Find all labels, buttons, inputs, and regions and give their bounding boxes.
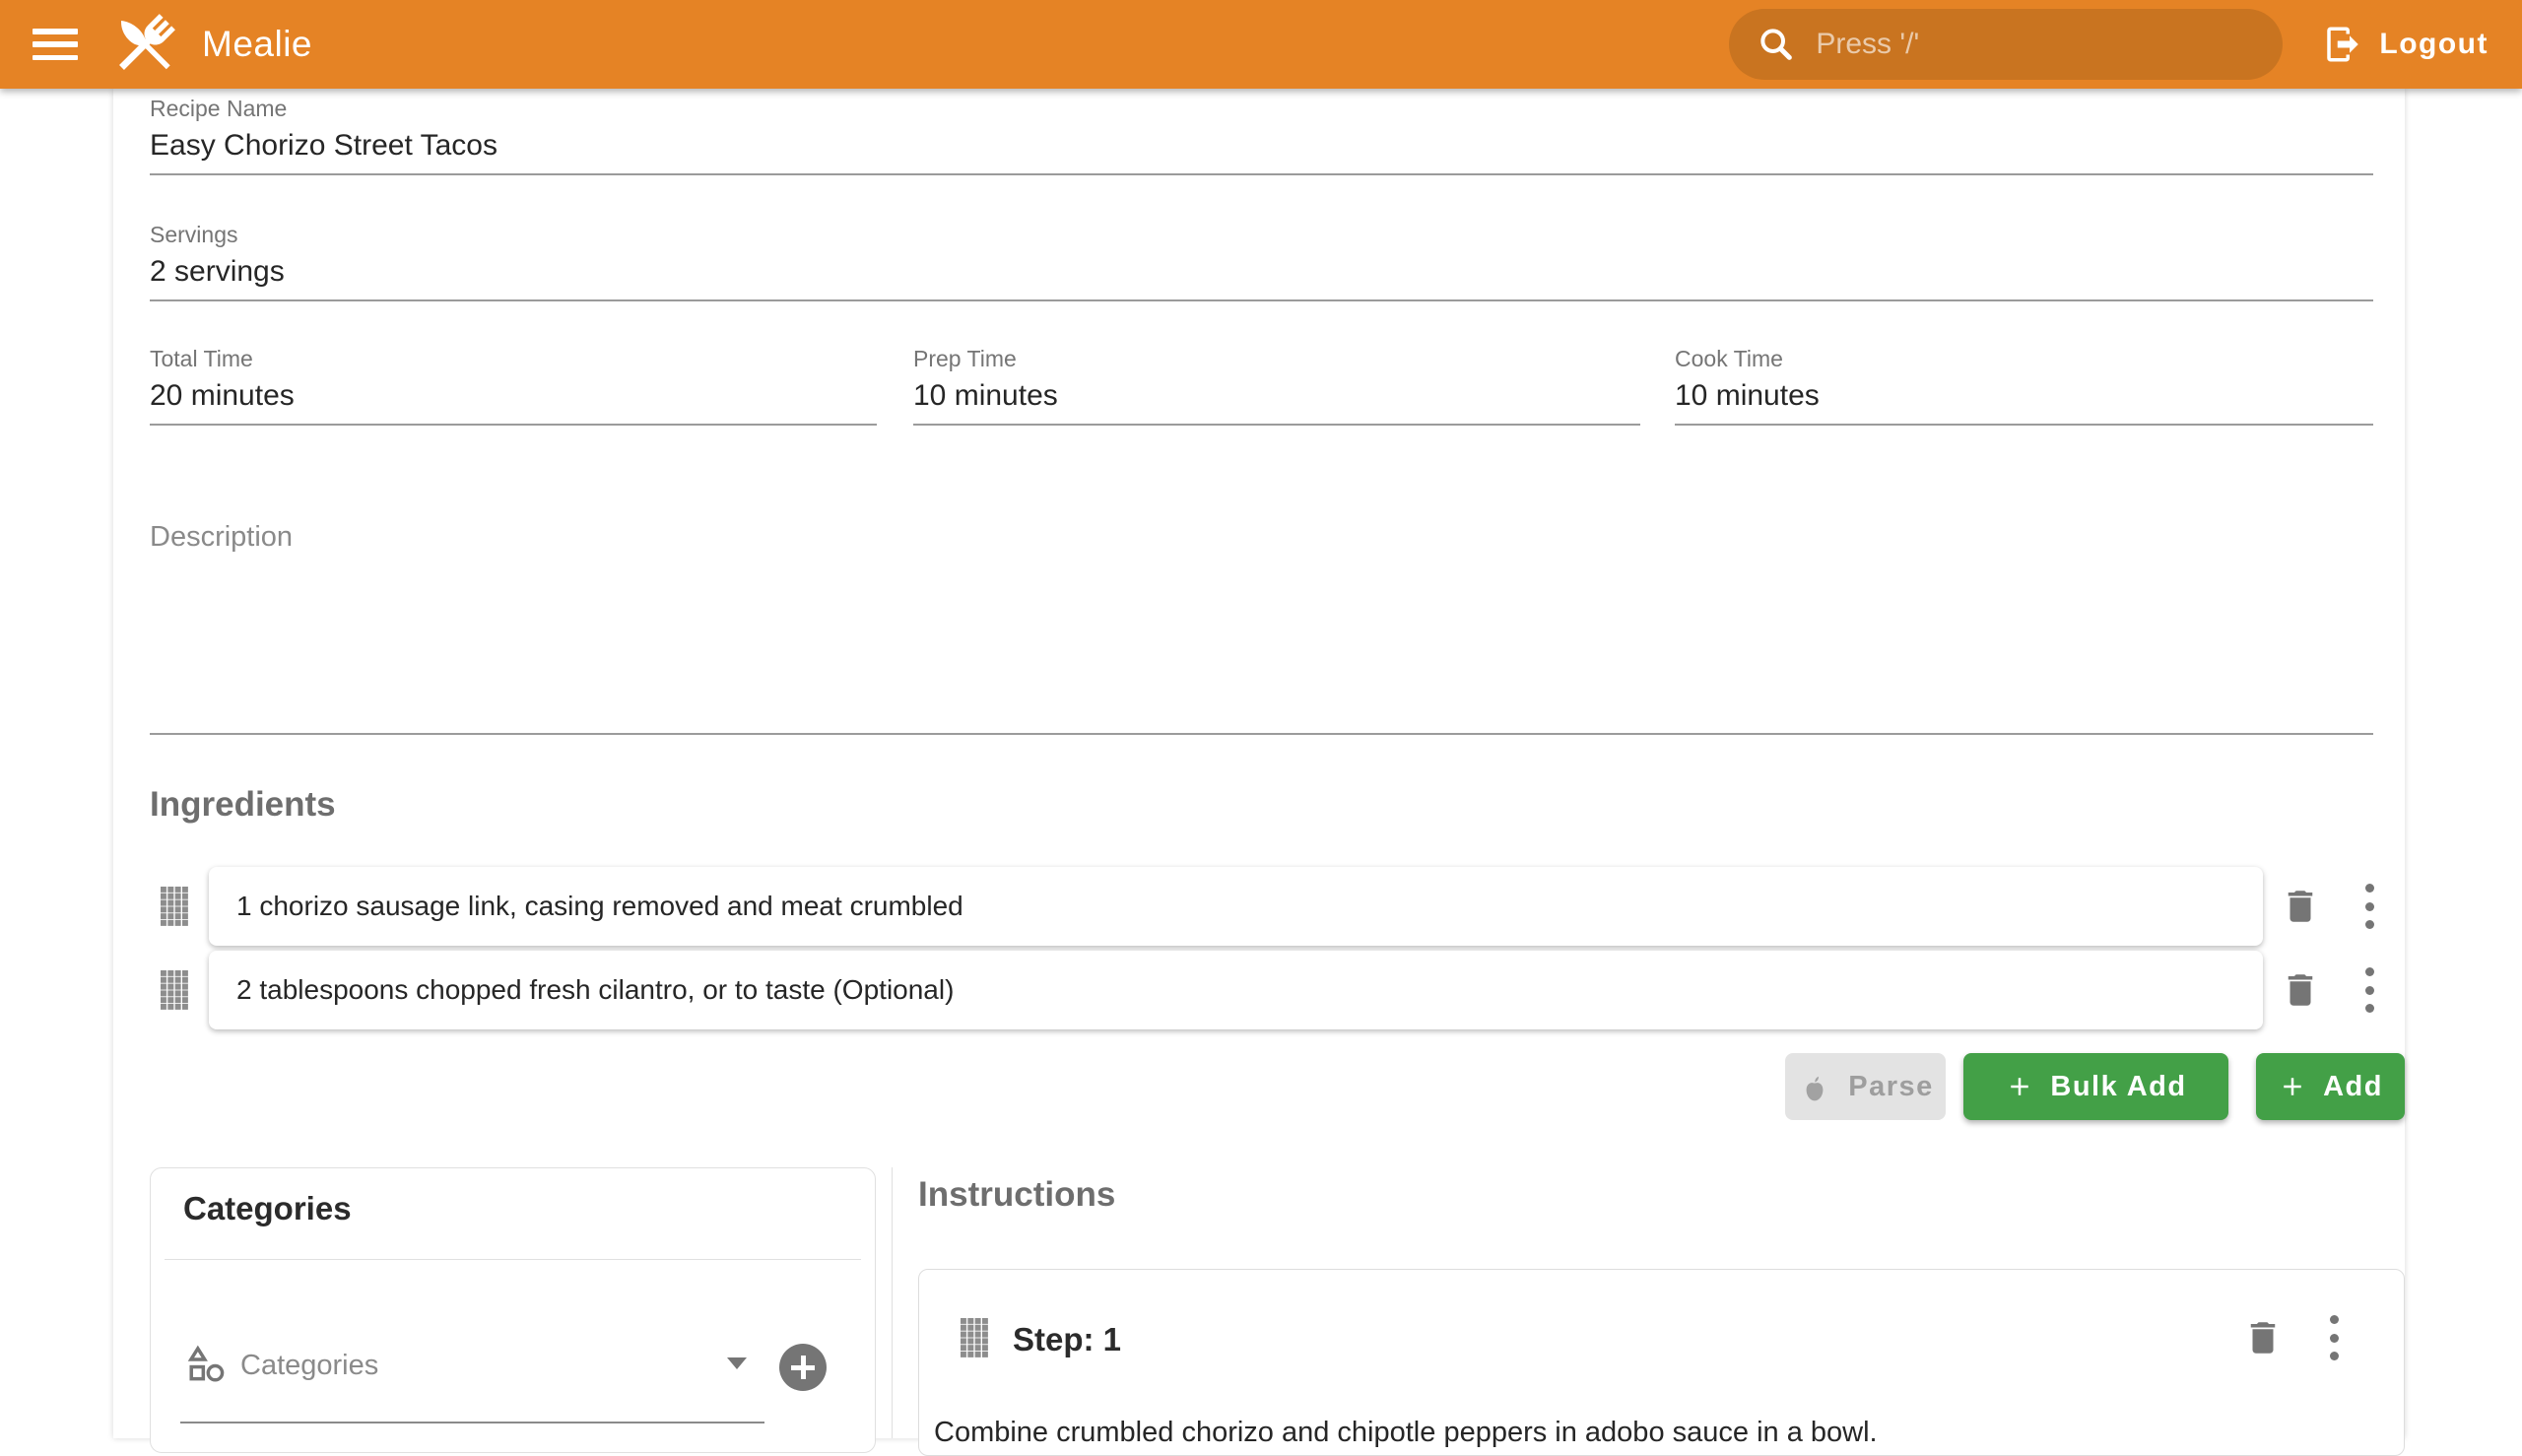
delete-ingredient-button[interactable]: [2280, 969, 2321, 1011]
total-time-underline: [150, 424, 877, 426]
categories-divider: [165, 1259, 861, 1260]
add-category-button[interactable]: [779, 1344, 827, 1391]
search-icon: [1757, 25, 1796, 64]
menu-icon[interactable]: [33, 29, 78, 60]
servings-input[interactable]: 2 servings: [150, 255, 285, 289]
description-underline: [150, 733, 2373, 735]
total-time-label: Total Time: [150, 346, 253, 372]
logout-icon: [2322, 24, 2363, 65]
add-label: Add: [2323, 1071, 2383, 1103]
cook-time-input[interactable]: 10 minutes: [1675, 379, 1820, 413]
parse-label: Parse: [1848, 1071, 1934, 1103]
column-divider: [892, 1167, 893, 1438]
cook-time-underline: [1675, 424, 2373, 426]
description-label: Description: [150, 521, 293, 554]
drag-handle-icon[interactable]: [161, 970, 188, 1010]
step-title: Step: 1: [1013, 1321, 1121, 1358]
step-menu-icon[interactable]: [2329, 1315, 2339, 1360]
recipe-name-underline: [150, 173, 2373, 175]
instructions-heading: Instructions: [918, 1175, 1115, 1215]
bulk-add-label: Bulk Add: [2050, 1071, 2186, 1103]
plus-icon: [2278, 1072, 2307, 1101]
ingredient-menu-icon[interactable]: [2364, 884, 2374, 929]
plus-icon: [2005, 1072, 2034, 1101]
ingredient-input[interactable]: 1 chorizo sausage link, casing removed a…: [209, 867, 2263, 946]
delete-step-button[interactable]: [2242, 1317, 2284, 1358]
bulk-add-button[interactable]: Bulk Add: [1963, 1053, 2228, 1120]
trash-icon: [2242, 1317, 2284, 1358]
prep-time-input[interactable]: 10 minutes: [913, 379, 1058, 413]
drag-handle-icon[interactable]: [961, 1318, 988, 1357]
app-bar: Mealie Press '/' Logout: [0, 0, 2522, 89]
trash-icon: [2280, 886, 2321, 927]
parse-button[interactable]: Parse: [1785, 1053, 1946, 1120]
ingredient-input[interactable]: 2 tablespoons chopped fresh cilantro, or…: [209, 951, 2263, 1029]
cook-time-label: Cook Time: [1675, 346, 1783, 372]
ingredient-menu-icon[interactable]: [2364, 967, 2374, 1013]
total-time-input[interactable]: 20 minutes: [150, 379, 295, 413]
recipe-name-label: Recipe Name: [150, 96, 287, 122]
prep-time-underline: [913, 424, 1640, 426]
servings-label: Servings: [150, 222, 237, 248]
recipe-name-input[interactable]: Easy Chorizo Street Tacos: [150, 129, 498, 163]
trash-icon: [2280, 969, 2321, 1011]
mealie-logo-icon: [107, 7, 182, 82]
servings-underline: [150, 299, 2373, 301]
logout-button[interactable]: Logout: [2322, 24, 2489, 65]
search-placeholder: Press '/': [1816, 28, 1919, 61]
categories-heading: Categories: [183, 1190, 352, 1227]
ingredients-heading: Ingredients: [150, 785, 336, 825]
step-text-input[interactable]: Combine crumbled chorizo and chipotle pe…: [934, 1417, 1878, 1449]
chevron-down-icon[interactable]: [727, 1357, 747, 1369]
apple-icon: [1797, 1069, 1832, 1104]
delete-ingredient-button[interactable]: [2280, 886, 2321, 927]
app-title: Mealie: [202, 24, 312, 65]
search-input[interactable]: Press '/': [1729, 9, 2283, 80]
categories-select[interactable]: Categories: [240, 1350, 378, 1382]
prep-time-label: Prep Time: [913, 346, 1017, 372]
add-ingredient-button[interactable]: Add: [2256, 1053, 2405, 1120]
categories-select-underline: [180, 1422, 764, 1423]
drag-handle-icon[interactable]: [161, 887, 188, 926]
logout-label: Logout: [2379, 28, 2489, 61]
shapes-icon: [185, 1343, 229, 1386]
